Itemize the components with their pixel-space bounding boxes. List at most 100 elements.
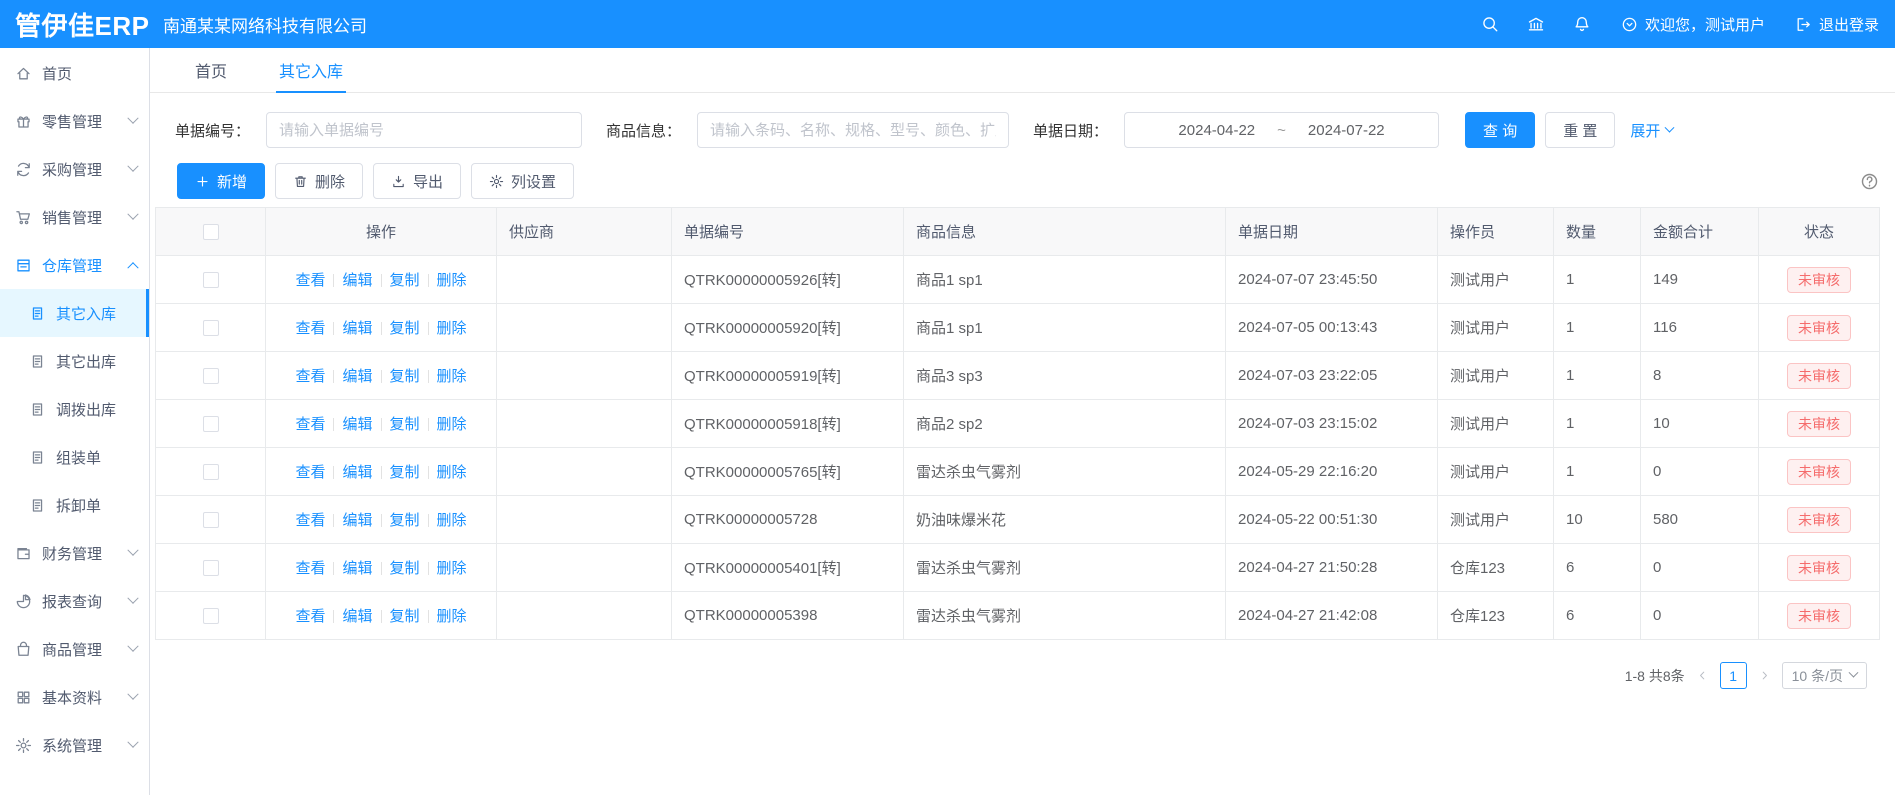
cell-qty: 1 <box>1554 400 1641 448</box>
delete-link[interactable]: 删除 <box>437 368 467 385</box>
delete-link[interactable]: 删除 <box>437 512 467 529</box>
column-settings-button[interactable]: 列设置 <box>471 163 574 199</box>
sidebar-item[interactable]: 首页 <box>0 49 149 97</box>
copy-link[interactable]: 复制 <box>390 320 420 337</box>
help-icon[interactable] <box>1860 172 1879 191</box>
search-button[interactable]: 查 询 <box>1465 112 1535 148</box>
divider <box>333 274 334 287</box>
page-number[interactable]: 1 <box>1720 662 1747 689</box>
user-menu[interactable]: 欢迎您，测试用户 <box>1621 14 1765 35</box>
cell-qty: 1 <box>1554 448 1641 496</box>
edit-link[interactable]: 编辑 <box>342 320 372 337</box>
cell-bill-no: QTRK00000005920[转] <box>672 304 904 352</box>
sidebar-item[interactable]: 采购管理 <box>0 145 149 193</box>
delete-link[interactable]: 删除 <box>437 272 467 289</box>
date-range-picker[interactable]: 2024-04-22 ~ 2024-07-22 <box>1124 112 1439 148</box>
export-button[interactable]: 导出 <box>373 163 461 199</box>
sidebar-item[interactable]: 其它入库 <box>0 289 149 337</box>
logout-button[interactable]: 退出登录 <box>1795 14 1879 35</box>
row-checkbox[interactable] <box>203 320 219 336</box>
sidebar-item[interactable]: 报表查询 <box>0 577 149 625</box>
cell-product: 商品1 sp1 <box>904 256 1226 304</box>
table-row: 查看编辑复制删除 QTRK00000005401[转] 雷达杀虫气雾剂 2024… <box>156 544 1880 592</box>
view-link[interactable]: 查看 <box>295 368 325 385</box>
row-checkbox[interactable] <box>203 512 219 528</box>
sidebar-item[interactable]: 组装单 <box>0 433 149 481</box>
delete-link[interactable]: 删除 <box>437 416 467 433</box>
view-link[interactable]: 查看 <box>295 320 325 337</box>
delete-link[interactable]: 删除 <box>437 320 467 337</box>
tab-label: 其它入库 <box>279 58 343 82</box>
cell-bill-no: QTRK00000005728 <box>672 496 904 544</box>
select-all-checkbox[interactable] <box>203 224 219 240</box>
sidebar-item[interactable]: 拆卸单 <box>0 481 149 529</box>
copy-link[interactable]: 复制 <box>390 560 420 577</box>
copy-link[interactable]: 复制 <box>390 464 420 481</box>
search-icon[interactable] <box>1481 15 1499 33</box>
row-checkbox[interactable] <box>203 272 219 288</box>
cell-operator: 测试用户 <box>1438 304 1554 352</box>
page-size-select[interactable]: 10 条/页 <box>1782 662 1867 689</box>
sidebar-item-label: 调拨出库 <box>56 399 137 420</box>
bill-no-input[interactable] <box>266 112 582 148</box>
delete-link[interactable]: 删除 <box>437 464 467 481</box>
bell-icon[interactable] <box>1573 15 1591 33</box>
edit-link[interactable]: 编辑 <box>342 368 372 385</box>
sidebar-item[interactable]: 财务管理 <box>0 529 149 577</box>
row-checkbox[interactable] <box>203 464 219 480</box>
user-circle-icon <box>1621 16 1638 33</box>
view-link[interactable]: 查看 <box>295 416 325 433</box>
tab[interactable]: 首页 <box>192 48 230 92</box>
view-link[interactable]: 查看 <box>295 464 325 481</box>
sidebar-item[interactable]: 销售管理 <box>0 193 149 241</box>
delete-button[interactable]: 删除 <box>275 163 363 199</box>
trash-icon <box>293 174 308 189</box>
sidebar-item[interactable]: 仓库管理 <box>0 241 149 289</box>
sidebar-item[interactable]: 调拨出库 <box>0 385 149 433</box>
copy-link[interactable]: 复制 <box>390 512 420 529</box>
sidebar-item[interactable]: 其它出库 <box>0 337 149 385</box>
edit-link[interactable]: 编辑 <box>342 560 372 577</box>
tab[interactable]: 其它入库 <box>276 48 346 92</box>
sidebar-item[interactable]: 零售管理 <box>0 97 149 145</box>
copy-link[interactable]: 复制 <box>390 416 420 433</box>
edit-link[interactable]: 编辑 <box>342 416 372 433</box>
edit-link[interactable]: 编辑 <box>342 272 372 289</box>
cell-product: 雷达杀虫气雾剂 <box>904 592 1226 640</box>
edit-link[interactable]: 编辑 <box>342 512 372 529</box>
sidebar-item[interactable]: 基本资料 <box>0 673 149 721</box>
row-checkbox[interactable] <box>203 368 219 384</box>
tabbar: 首页 其它入库 <box>150 48 1895 93</box>
cell-bill-no: QTRK00000005926[转] <box>672 256 904 304</box>
copy-link[interactable]: 复制 <box>390 608 420 625</box>
chevron-icon <box>127 262 138 273</box>
delete-link[interactable]: 删除 <box>437 560 467 577</box>
row-checkbox[interactable] <box>203 416 219 432</box>
expand-link[interactable]: 展开 <box>1630 120 1673 141</box>
sidebar-item[interactable]: 系统管理 <box>0 721 149 769</box>
copy-link[interactable]: 复制 <box>390 272 420 289</box>
divider <box>381 610 382 623</box>
view-link[interactable]: 查看 <box>295 560 325 577</box>
welcome-text: 欢迎您，测试用户 <box>1645 14 1765 35</box>
cell-operator: 仓库123 <box>1438 592 1554 640</box>
bank-icon[interactable] <box>1527 15 1545 33</box>
view-link[interactable]: 查看 <box>295 512 325 529</box>
view-link[interactable]: 查看 <box>295 272 325 289</box>
prev-page-button[interactable] <box>1696 669 1709 682</box>
sidebar-item[interactable]: 商品管理 <box>0 625 149 673</box>
row-checkbox[interactable] <box>203 608 219 624</box>
edit-link[interactable]: 编辑 <box>342 608 372 625</box>
cell-operator: 测试用户 <box>1438 352 1554 400</box>
product-info-input[interactable] <box>697 112 1009 148</box>
edit-link[interactable]: 编辑 <box>342 464 372 481</box>
body: 首页 零售管理 采购管理 销售管理 <box>0 48 1895 795</box>
next-page-button[interactable] <box>1758 669 1771 682</box>
view-link[interactable]: 查看 <box>295 608 325 625</box>
copy-link[interactable]: 复制 <box>390 368 420 385</box>
cell-product: 商品3 sp3 <box>904 352 1226 400</box>
reset-button[interactable]: 重 置 <box>1545 112 1615 148</box>
row-checkbox[interactable] <box>203 560 219 576</box>
add-button[interactable]: 新增 <box>177 163 265 199</box>
delete-link[interactable]: 删除 <box>437 608 467 625</box>
